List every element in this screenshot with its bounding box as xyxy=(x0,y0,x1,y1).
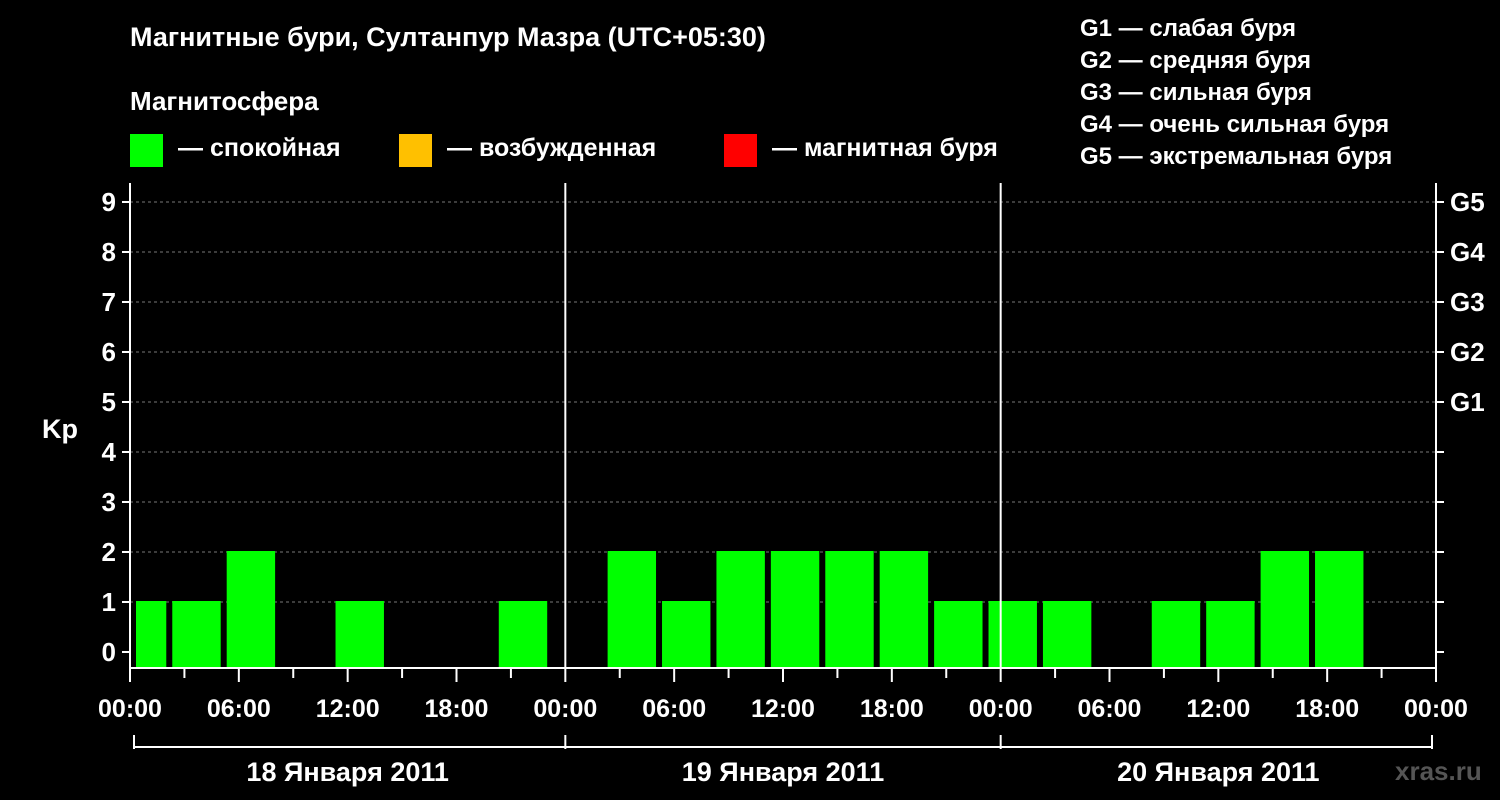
x-tick-label: 12:00 xyxy=(1186,695,1250,723)
y-axis-label: Kp xyxy=(42,414,78,444)
kp-bar-chart: 0 1 2 3 4 5 6 7 8 9 G1 G2 G3 G4 G5 Kp 00:00 06:00 12:00 18:… xyxy=(42,183,1485,787)
kp-bar xyxy=(607,551,657,668)
kp-bar xyxy=(879,551,929,668)
y-tick-label: 0 xyxy=(102,637,116,667)
kp-bar xyxy=(934,601,983,668)
kp-bar xyxy=(1206,601,1255,668)
x-tick-label: 06:00 xyxy=(207,695,271,723)
x-tick-label: 00:00 xyxy=(1404,695,1468,723)
kp-bar xyxy=(136,601,167,668)
y-tick-label: 9 xyxy=(102,187,116,217)
x-tick-label: 18:00 xyxy=(860,695,924,723)
kp-bar xyxy=(825,551,874,668)
y-tick-label: 6 xyxy=(102,337,116,367)
kp-bar xyxy=(662,601,711,668)
kp-bar xyxy=(172,601,221,668)
x-tick-label: 06:00 xyxy=(1078,695,1142,723)
g-scale-tick-label: G5 xyxy=(1450,187,1485,217)
kp-bar xyxy=(226,551,276,668)
x-tick-label: 18:00 xyxy=(425,695,489,723)
y-tick-label: 5 xyxy=(102,387,116,417)
x-tick-label: 00:00 xyxy=(98,695,162,723)
day-label: 19 Января 2011 xyxy=(682,757,884,787)
x-tick-label: 18:00 xyxy=(1295,695,1359,723)
g-scale-tick-label: G2 xyxy=(1450,337,1485,367)
x-tick-label: 00:00 xyxy=(533,695,597,723)
y-tick-label: 1 xyxy=(102,587,116,617)
y-tick-label: 8 xyxy=(102,237,116,267)
kp-bar xyxy=(1042,601,1092,668)
g-scale-tick-label: G3 xyxy=(1450,287,1485,317)
kp-bar xyxy=(335,601,384,668)
kp-bar xyxy=(1260,551,1310,668)
kp-bar xyxy=(770,551,820,668)
day-label: 18 Января 2011 xyxy=(246,757,448,787)
x-tick-label: 12:00 xyxy=(751,695,815,723)
x-tick-label: 06:00 xyxy=(642,695,706,723)
y-tick-label: 3 xyxy=(102,487,116,517)
kp-bar xyxy=(1315,551,1364,668)
x-tick-label: 12:00 xyxy=(316,695,380,723)
kp-bar xyxy=(1151,601,1201,668)
watermark: xras.ru xyxy=(1395,756,1482,786)
day-label: 20 Января 2011 xyxy=(1117,757,1319,787)
g-scale-tick-label: G1 xyxy=(1450,387,1485,417)
y-tick-label: 7 xyxy=(102,287,116,317)
kp-bar xyxy=(716,551,765,668)
y-tick-label: 4 xyxy=(102,437,117,467)
y-tick-label: 2 xyxy=(102,537,116,567)
x-tick-label: 00:00 xyxy=(969,695,1033,723)
kp-bar xyxy=(498,601,548,668)
kp-bar xyxy=(988,601,1037,668)
g-scale-tick-label: G4 xyxy=(1450,237,1485,267)
